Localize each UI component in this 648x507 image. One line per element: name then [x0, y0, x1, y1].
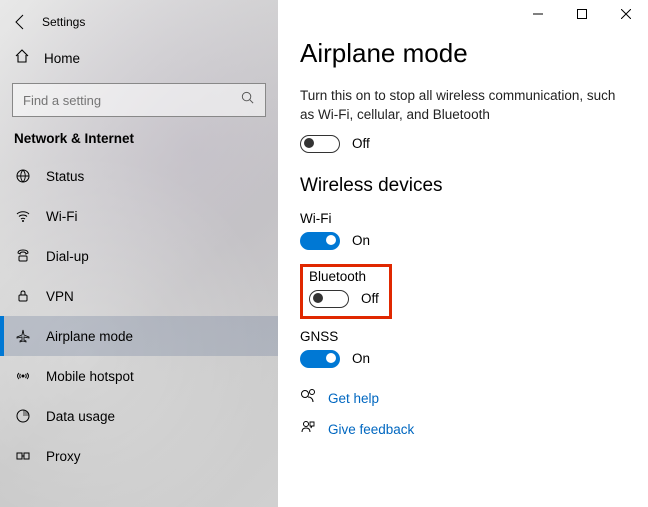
search-input-container[interactable]	[12, 83, 266, 117]
sidebar-item-label: Status	[46, 169, 84, 184]
sidebar-item-dialup[interactable]: Dial-up	[0, 236, 278, 276]
home-icon	[14, 48, 30, 69]
wifi-icon	[14, 208, 32, 224]
airplane-mode-state: Off	[352, 136, 370, 151]
window-title: Settings	[42, 15, 85, 29]
home-label: Home	[44, 51, 80, 66]
dialup-icon	[14, 248, 32, 264]
data-usage-icon	[14, 408, 32, 424]
help-icon	[300, 388, 316, 409]
bluetooth-toggle[interactable]	[309, 290, 349, 308]
search-input[interactable]	[23, 93, 240, 108]
sidebar-item-label: Wi-Fi	[46, 209, 77, 224]
globe-icon	[14, 168, 32, 184]
vpn-icon	[14, 288, 32, 304]
bluetooth-state: Off	[361, 291, 379, 306]
wifi-state: On	[352, 233, 370, 248]
gnss-toggle[interactable]	[300, 350, 340, 368]
wifi-label: Wi-Fi	[300, 211, 628, 226]
hotspot-icon	[14, 368, 32, 384]
wifi-toggle[interactable]	[300, 232, 340, 250]
search-icon	[240, 90, 255, 110]
home-nav[interactable]: Home	[0, 38, 278, 77]
sidebar-item-label: Airplane mode	[46, 329, 133, 344]
sidebar-item-wifi[interactable]: Wi-Fi	[0, 196, 278, 236]
sidebar-item-vpn[interactable]: VPN	[0, 276, 278, 316]
bluetooth-highlight: Bluetooth Off	[300, 264, 392, 319]
sidebar-item-data-usage[interactable]: Data usage	[0, 396, 278, 436]
sidebar-item-label: Dial-up	[46, 249, 89, 264]
sidebar-item-proxy[interactable]: Proxy	[0, 436, 278, 476]
airplane-icon	[14, 328, 32, 344]
airplane-mode-toggle[interactable]	[300, 135, 340, 153]
give-feedback-link[interactable]: Give feedback	[328, 422, 414, 437]
sidebar-item-label: VPN	[46, 289, 74, 304]
wireless-devices-header: Wireless devices	[300, 175, 628, 197]
minimize-button[interactable]	[516, 0, 560, 28]
sidebar-item-mobile-hotspot[interactable]: Mobile hotspot	[0, 356, 278, 396]
close-button[interactable]	[604, 0, 648, 28]
sidebar-item-status[interactable]: Status	[0, 156, 278, 196]
sidebar-item-label: Proxy	[46, 449, 81, 464]
feedback-icon	[300, 419, 316, 440]
gnss-state: On	[352, 351, 370, 366]
page-title: Airplane mode	[300, 38, 628, 69]
gnss-label: GNSS	[300, 329, 628, 344]
get-help-link[interactable]: Get help	[328, 391, 379, 406]
sidebar-item-airplane-mode[interactable]: Airplane mode	[0, 316, 278, 356]
sidebar-item-label: Data usage	[46, 409, 115, 424]
bluetooth-label: Bluetooth	[309, 269, 379, 284]
back-button[interactable]	[6, 7, 36, 37]
sidebar-item-label: Mobile hotspot	[46, 369, 134, 384]
maximize-button[interactable]	[560, 0, 604, 28]
category-header: Network & Internet	[0, 131, 278, 156]
page-description: Turn this on to stop all wireless commun…	[300, 87, 628, 125]
proxy-icon	[14, 448, 32, 464]
